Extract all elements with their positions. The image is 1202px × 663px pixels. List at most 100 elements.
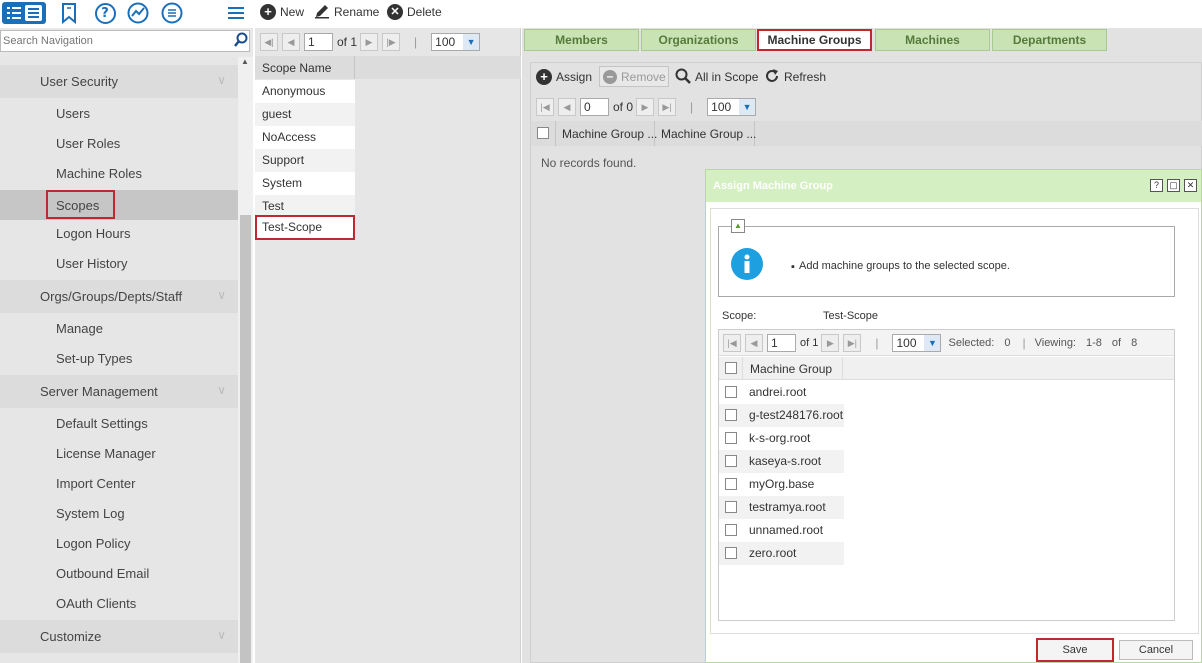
delete-button[interactable]: ✕ Delete [387, 3, 442, 21]
nav-item-setup-types[interactable]: Set-up Types [56, 351, 132, 366]
next-page-icon[interactable]: ▶ [636, 98, 655, 116]
page-number-input[interactable]: 1 [767, 334, 796, 352]
nav-item-manage[interactable]: Manage [56, 321, 103, 336]
table-row[interactable]: unnamed.root [719, 519, 844, 542]
maximize-icon[interactable]: ▢ [1167, 179, 1180, 192]
last-page-icon[interactable]: ▶| [843, 334, 862, 352]
table-row[interactable]: testramya.root [719, 496, 844, 519]
nav-item-license-manager[interactable]: License Manager [56, 446, 156, 461]
machine-group-grid: |◀ ◀ 1 of 1 ▶ ▶| | 100 ▼ Selected: 0 | V… [718, 329, 1175, 621]
scope-name-column-header[interactable]: Scope Name [255, 56, 355, 79]
row-checkbox[interactable] [725, 409, 737, 421]
tab-departments[interactable]: Departments [992, 29, 1107, 51]
page-size-select[interactable]: 100 ▼ [892, 334, 942, 352]
scope-row[interactable]: Support [255, 149, 355, 172]
row-checkbox[interactable] [725, 386, 737, 398]
nav-item-outbound-email[interactable]: Outbound Email [56, 566, 149, 581]
scope-row[interactable]: System [255, 172, 355, 195]
nav-item-user-roles[interactable]: User Roles [56, 136, 120, 151]
scope-row[interactable]: NoAccess [255, 126, 355, 149]
help-icon[interactable]: ? [1150, 179, 1163, 192]
last-page-icon[interactable]: ▶| [658, 98, 677, 116]
table-row[interactable]: kaseya-s.root [719, 450, 844, 473]
tab-members[interactable]: Members [524, 29, 639, 51]
nav-mode-icon[interactable] [2, 2, 46, 24]
help-icon[interactable]: ? [94, 2, 116, 24]
machine-group-column-header[interactable]: Machine Group ... [555, 121, 657, 146]
nav-item-system-log[interactable]: System Log [56, 506, 125, 521]
first-page-icon[interactable]: ◀| [260, 33, 278, 51]
first-page-icon[interactable]: |◀ [536, 98, 554, 116]
scope-row-selected[interactable]: Test-Scope [255, 215, 355, 240]
tab-machines[interactable]: Machines [875, 29, 990, 51]
row-checkbox[interactable] [725, 524, 737, 536]
nav-item-logon-hours[interactable]: Logon Hours [56, 226, 130, 241]
select-all-checkbox[interactable] [725, 362, 737, 374]
next-page-icon[interactable]: ▶ [821, 334, 840, 352]
chevron-down-icon: ∨ [217, 288, 226, 302]
prev-page-icon[interactable]: ◀ [558, 98, 576, 116]
nav-item-users[interactable]: Users [56, 106, 90, 121]
page-number-input[interactable]: 0 [580, 98, 609, 116]
nav-item-logon-policy[interactable]: Logon Policy [56, 536, 130, 551]
nav-item-import-center[interactable]: Import Center [56, 476, 135, 491]
search-navigation-input[interactable] [1, 31, 229, 51]
table-row[interactable]: g-test248176.root [719, 404, 844, 427]
nav-scrollbar-thumb[interactable] [240, 215, 251, 663]
nav-category-user-security[interactable]: User Security ∨ [0, 65, 238, 98]
row-checkbox[interactable] [725, 455, 737, 467]
hamburger-menu-icon[interactable] [226, 2, 246, 24]
refresh-button[interactable]: Refresh [764, 68, 826, 86]
rename-button[interactable]: Rename [314, 3, 379, 21]
row-checkbox[interactable] [725, 547, 737, 559]
row-checkbox[interactable] [725, 478, 737, 490]
list-icon[interactable] [161, 2, 183, 24]
prev-page-icon[interactable]: ◀ [282, 33, 300, 51]
bookmark-icon[interactable] [58, 2, 80, 24]
cancel-button[interactable]: Cancel [1119, 640, 1193, 660]
page-number-input[interactable]: 1 [304, 33, 333, 51]
all-in-scope-button[interactable]: All in Scope [675, 68, 758, 86]
tab-machine-groups[interactable]: Machine Groups [757, 29, 872, 51]
row-checkbox[interactable] [725, 501, 737, 513]
new-button[interactable]: + New [260, 3, 304, 21]
prev-page-icon[interactable]: ◀ [745, 334, 763, 352]
tab-organizations[interactable]: Organizations [641, 29, 756, 51]
table-row[interactable]: myOrg.base [719, 473, 844, 496]
scope-row[interactable]: Anonymous [255, 80, 355, 103]
page-size-select[interactable]: 100 ▼ [431, 33, 481, 51]
scope-row[interactable]: guest [255, 103, 355, 126]
close-icon[interactable]: ✕ [1184, 179, 1197, 192]
refresh-label: Refresh [784, 70, 827, 84]
collapse-toggle-icon[interactable]: ▲ [731, 219, 745, 233]
last-page-icon[interactable]: |▶ [382, 33, 401, 51]
activity-icon[interactable] [127, 2, 149, 24]
nav-item-default-settings[interactable]: Default Settings [56, 416, 148, 431]
machine-group-column-header[interactable]: Machine Group ... [655, 121, 756, 146]
nav-category-server-management[interactable]: Server Management ∨ [0, 375, 238, 408]
save-button[interactable]: Save [1036, 638, 1114, 662]
scroll-up-icon[interactable]: ▲ [241, 57, 249, 66]
remove-button[interactable]: – Remove [599, 66, 669, 87]
nav-category-orgs[interactable]: Orgs/Groups/Depts/Staff ∨ [0, 280, 238, 313]
info-bullet: ▪ [791, 261, 795, 273]
machine-group-column-header[interactable]: Machine Group [742, 357, 843, 380]
first-page-icon[interactable]: |◀ [723, 334, 741, 352]
column-header-label: Machine Group [750, 362, 833, 376]
page-size-select[interactable]: 100 ▼ [707, 98, 757, 116]
search-icon[interactable] [233, 32, 248, 51]
table-row[interactable]: k-s-org.root [719, 427, 844, 450]
nav-item-oauth-clients[interactable]: OAuth Clients [56, 596, 136, 611]
assign-button[interactable]: + Assign [536, 68, 592, 86]
select-all-checkbox[interactable] [537, 127, 549, 139]
nav-item-machine-roles[interactable]: Machine Roles [56, 166, 142, 181]
nav-category-customize[interactable]: Customize ∨ [0, 620, 238, 653]
new-label: New [280, 5, 305, 19]
separator: | [875, 336, 879, 350]
next-page-icon[interactable]: ▶ [360, 33, 379, 51]
nav-item-user-history[interactable]: User History [56, 256, 128, 271]
row-checkbox[interactable] [725, 432, 737, 444]
table-row[interactable]: andrei.root [719, 381, 844, 404]
nav-item-scopes[interactable]: Scopes [46, 190, 115, 219]
table-row[interactable]: zero.root [719, 542, 844, 565]
